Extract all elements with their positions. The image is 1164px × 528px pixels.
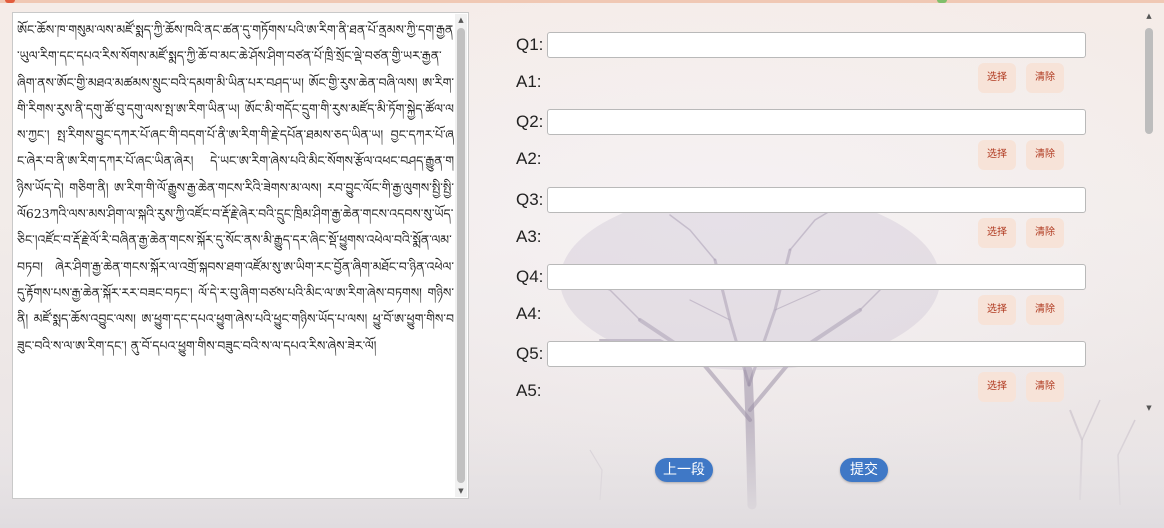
scroll-up-arrow-icon[interactable]: ▲ (1142, 12, 1156, 20)
top-indicator-green (937, 0, 947, 3)
answer-label: A5: (516, 381, 542, 400)
question-input[interactable] (547, 341, 1086, 367)
reading-text: ཨོང་ཆོས་ཁ་གསུམ་ལས་མཛོ་སྨད་ཀྱི་ཆོས་ཁའི་ནང… (17, 22, 454, 353)
scrollbar-thumb[interactable] (457, 28, 465, 483)
clear-button[interactable]: 清除 (1026, 63, 1064, 93)
qa-form: Q1: A1: 选择 清除 Q2: A2: 选择 清除 Q3: A3: 选择 清… (470, 12, 1140, 412)
top-accent-strip (0, 0, 1164, 3)
scroll-down-arrow-icon[interactable]: ▼ (455, 485, 467, 497)
submit-button[interactable]: 提交 (840, 458, 888, 482)
scrollbar-thumb[interactable] (1145, 28, 1153, 134)
previous-section-button[interactable]: 上一段 (655, 458, 713, 482)
scroll-up-arrow-icon[interactable]: ▲ (455, 14, 467, 26)
question-label: Q3: (516, 190, 544, 209)
answer-label: A2: (516, 149, 542, 168)
scroll-down-arrow-icon[interactable]: ▼ (1142, 404, 1156, 412)
clear-button[interactable]: 清除 (1026, 140, 1064, 170)
reading-text-scrollbar[interactable]: ▲ ▼ (455, 14, 467, 497)
question-input[interactable] (547, 264, 1086, 290)
question-input[interactable] (547, 187, 1086, 213)
choose-button[interactable]: 选择 (978, 140, 1016, 170)
qa-scrollbar[interactable]: ▲ ▼ (1142, 12, 1156, 412)
choose-button[interactable]: 选择 (978, 63, 1016, 93)
question-label: Q1: (516, 35, 544, 54)
clear-button[interactable]: 清除 (1026, 372, 1064, 402)
answer-label: A3: (516, 227, 542, 246)
question-input[interactable] (547, 32, 1086, 58)
choose-button[interactable]: 选择 (978, 295, 1016, 325)
answer-label: A4: (516, 304, 542, 323)
clear-button[interactable]: 清除 (1026, 295, 1064, 325)
clear-button[interactable]: 清除 (1026, 218, 1064, 248)
choose-button[interactable]: 选择 (978, 372, 1016, 402)
choose-button[interactable]: 选择 (978, 218, 1016, 248)
question-label: Q5: (516, 344, 544, 363)
question-label: Q2: (516, 112, 544, 131)
question-label: Q4: (516, 267, 544, 286)
top-indicator-red (5, 0, 15, 3)
reading-text-panel[interactable]: ཨོང་ཆོས་ཁ་གསུམ་ལས་མཛོ་སྨད་ཀྱི་ཆོས་ཁའི་ནང… (12, 12, 469, 499)
question-input[interactable] (547, 109, 1086, 135)
answer-label: A1: (516, 72, 542, 91)
